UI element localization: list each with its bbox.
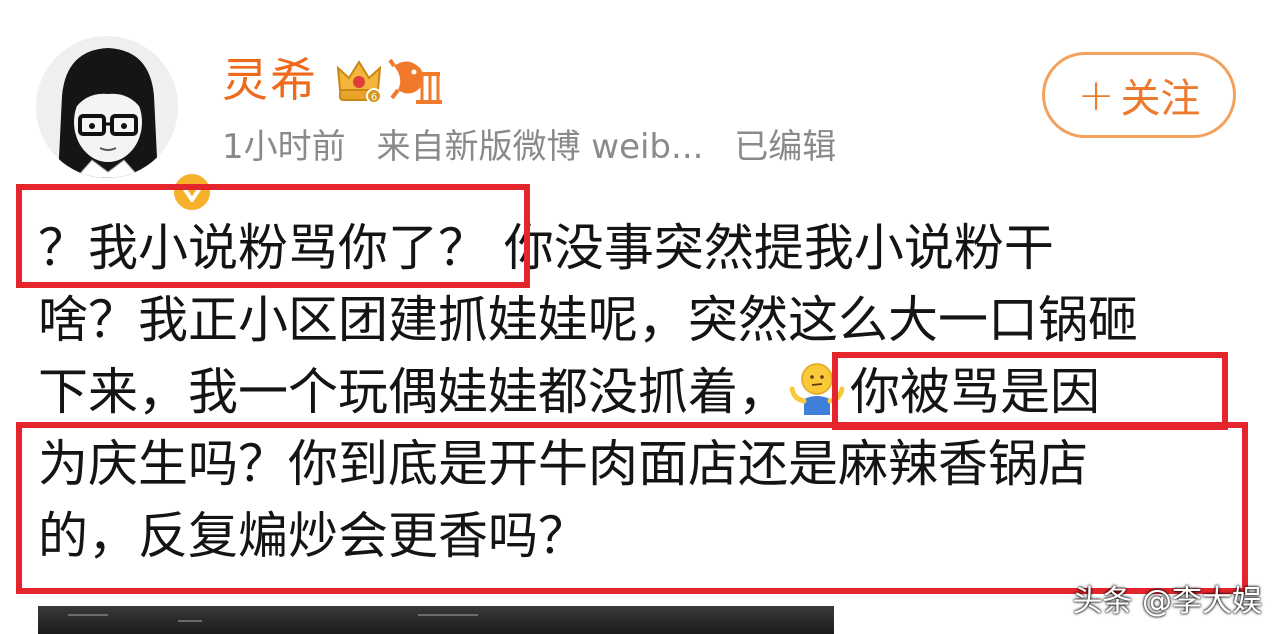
avatar[interactable] [36,36,214,214]
username[interactable]: 灵希 [222,50,318,110]
follow-button[interactable]: + 关注 [1042,52,1236,138]
plus-icon: + [1077,69,1115,121]
attached-image[interactable] [38,606,834,634]
shrug-emoji-icon [789,363,845,415]
image-texture [418,614,478,616]
crown-badge-icon[interactable]: 6 [334,56,384,106]
fish-badge-icon[interactable] [388,54,444,108]
post-line: 的，反复煸炒会更香吗？ [38,507,588,565]
post-line: 为庆生吗？你到底是开牛肉面店还是麻辣香锅店 [38,435,1088,493]
watermark: 头条 @李大娱 [1072,584,1262,619]
follow-label: 关注 [1120,76,1201,122]
avatar-girl-glasses-icon [36,36,178,178]
post-time[interactable]: 1小时前 [222,127,346,167]
image-texture [68,614,108,616]
post-line-segment: 你被骂是因 [850,363,1100,421]
svg-text:6: 6 [371,92,377,103]
post-source[interactable]: 来自新版微博 weib... [376,127,703,167]
post-text: ？我小说粉骂你了？ 你没事突然提我小说粉干 啥？我正小区团建抓娃娃呢，突然这么大… [38,212,1248,572]
edited-label[interactable]: 已编辑 [734,127,836,167]
verified-v-icon [170,170,214,214]
post-line: 下来，我一个玩偶娃娃都没抓着， 你被骂是因 [38,356,1248,428]
post-line-segment: 下来，我一个玩偶娃娃都没抓着， [38,363,788,421]
post-meta: 1小时前 来自新版微博 weib... 已编辑 [222,124,856,170]
weibo-post-card: 灵希 6 1小时前 来自新版微博 weib... 已编辑 + 关注 ？我小说粉骂… [0,0,1280,634]
post-line: 啥？我正小区团建抓娃娃呢，突然这么大一口锅砸 [38,291,1138,349]
image-texture [178,620,202,622]
post-line: ？我小说粉骂你了？ 你没事突然提我小说粉干 [38,219,1054,277]
